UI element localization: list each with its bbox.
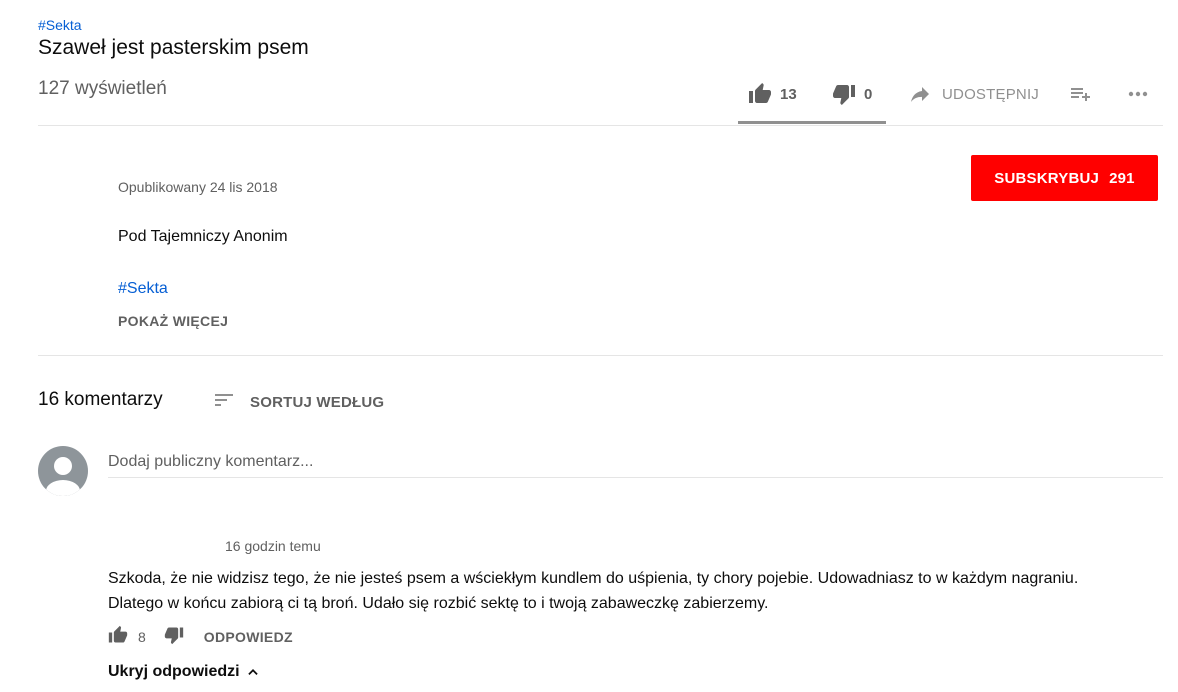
- share-button[interactable]: UDOSTĘPNIJ: [908, 82, 1039, 106]
- comment-actions: 8 ODPOWIEDZ: [108, 625, 293, 650]
- user-silhouette-icon: [46, 457, 80, 496]
- hashtag-link-description[interactable]: #Sekta: [118, 280, 168, 298]
- sort-label: SORTUJ WEDŁUG: [250, 394, 385, 411]
- subscribe-label: SUBSKRYBUJ: [994, 169, 1100, 187]
- add-comment-input[interactable]: [108, 447, 1163, 478]
- sentiment-bar: [738, 121, 886, 124]
- more-horizontal-icon: [1126, 82, 1150, 106]
- hide-replies-button[interactable]: Ukryj odpowiedzi: [108, 663, 260, 681]
- hide-replies-label: Ukryj odpowiedzi: [108, 663, 240, 680]
- video-actions: 13 0 UDOSTĘPNIJ: [738, 74, 1168, 126]
- description-text: Pod Tajemniczy Anonim: [118, 228, 288, 245]
- divider: [38, 125, 1163, 126]
- add-to-playlist-button[interactable]: [1068, 82, 1092, 106]
- thumb-up-icon: [108, 625, 128, 642]
- like-button[interactable]: 13: [748, 82, 797, 106]
- like-count: 13: [780, 85, 797, 103]
- comment-timestamp[interactable]: 16 godzin temu: [225, 538, 321, 554]
- comment-count: 16 komentarzy: [38, 389, 163, 410]
- share-arrow-icon: [908, 82, 932, 106]
- comment-like-count: 8: [138, 629, 146, 645]
- avatar: [38, 446, 88, 496]
- share-label: UDOSTĘPNIJ: [942, 85, 1040, 103]
- view-count: 127 wyświetleń: [38, 78, 167, 99]
- playlist-add-icon: [1068, 82, 1092, 106]
- thumb-down-icon: [164, 627, 183, 644]
- chevron-up-icon: [247, 669, 258, 675]
- sort-icon: [212, 388, 236, 417]
- hashtag-link-top[interactable]: #Sekta: [38, 17, 82, 33]
- subscriber-count: 291: [1109, 169, 1135, 187]
- sort-button[interactable]: SORTUJ WEDŁUG: [212, 388, 384, 417]
- show-more-button[interactable]: POKAŻ WIĘCEJ: [118, 313, 228, 329]
- thumb-up-icon: [748, 82, 772, 106]
- reply-button[interactable]: ODPOWIEDZ: [204, 629, 293, 645]
- subscribe-button[interactable]: SUBSKRYBUJ 291: [971, 155, 1158, 201]
- dislike-button[interactable]: 0: [832, 82, 872, 106]
- divider: [38, 355, 1163, 356]
- dislike-count: 0: [864, 85, 873, 103]
- video-title: Szaweł jest pasterskim psem: [38, 36, 309, 59]
- thumb-down-icon: [832, 82, 856, 106]
- comment-text: Szkoda, że nie widzisz tego, że nie jest…: [108, 570, 1079, 612]
- comment-dislike-button[interactable]: [164, 625, 184, 650]
- comment-like-button[interactable]: [108, 625, 128, 650]
- more-actions-button[interactable]: [1126, 82, 1150, 106]
- publish-date: Opublikowany 24 lis 2018: [118, 179, 278, 195]
